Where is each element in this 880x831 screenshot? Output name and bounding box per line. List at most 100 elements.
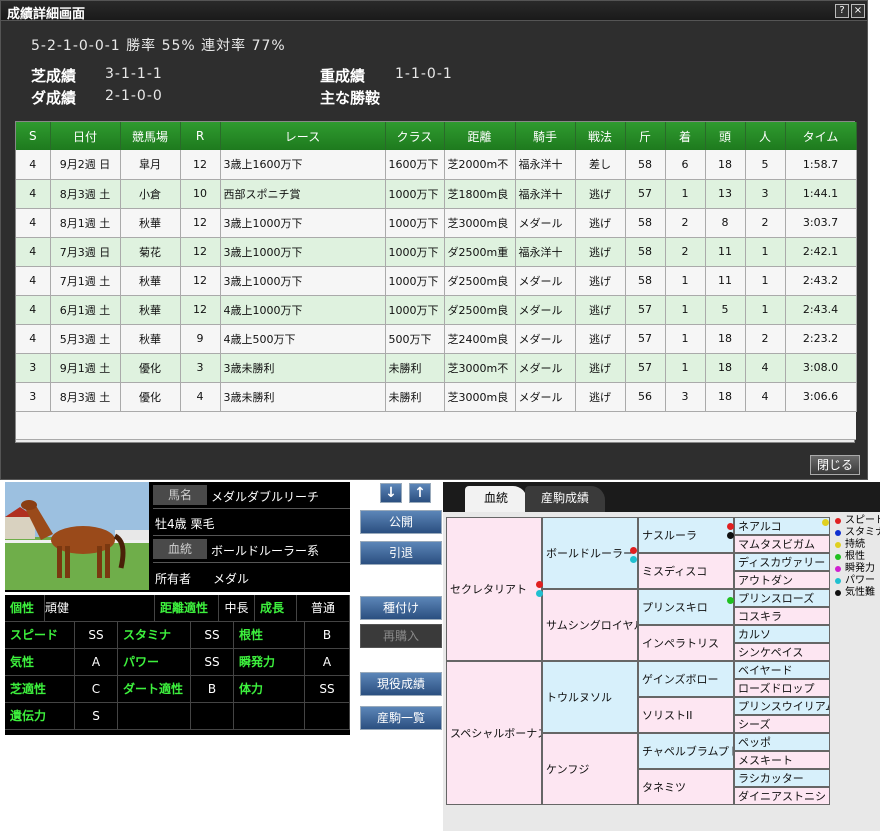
- table-row[interactable]: 4 9月2週 日皐月 12 3歳上1600万下 1600万下 芝2000m不 福永洋十 差し 5…: [16, 150, 857, 180]
- table-cell: 1000万下: [385, 179, 445, 209]
- tab-offspring-record[interactable]: 産駒成績: [525, 486, 605, 512]
- pedigree-g3-ancestor[interactable]: チャペルブラムプト: [638, 733, 734, 769]
- column-header[interactable]: タイム: [785, 122, 857, 150]
- personality-value: 頑健: [45, 595, 155, 622]
- pedigree-g4-ancestor[interactable]: ラシカッター: [734, 769, 830, 787]
- column-header[interactable]: 戦法: [575, 122, 626, 150]
- close-button[interactable]: 閉じる: [810, 455, 860, 475]
- table-cell: 57: [625, 353, 666, 383]
- table-row[interactable]: 4 8月3週 土小倉 10 西部スポニチ賞 1000万下 芝1800m良 福永洋十 逃げ 57 1…: [16, 179, 857, 209]
- table-cell: 3歳上1000万下: [220, 208, 386, 238]
- up-arrow-button[interactable]: ↑: [409, 483, 431, 503]
- column-header[interactable]: 日付: [50, 122, 121, 150]
- pedigree-g3-ancestor[interactable]: ナスルーラ: [638, 517, 734, 553]
- column-header[interactable]: クラス: [385, 122, 445, 150]
- table-row[interactable]: 4 7月3週 日菊花 12 3歳上1000万下 1000万下 ダ2500m重 福永洋十 逃げ 5…: [16, 237, 857, 267]
- retire-button[interactable]: 引退: [360, 541, 442, 565]
- down-arrow-button[interactable]: ↓: [380, 483, 402, 503]
- pedigree-g4-ancestor[interactable]: ペッポ: [734, 733, 830, 751]
- public-button[interactable]: 公開: [360, 510, 442, 534]
- table-row[interactable]: 3 8月3週 土優化 4 3歳未勝利 未勝利 芝3000m良 メダール 逃げ 56 3 18 4 3:0…: [16, 382, 857, 412]
- table-row[interactable]: 4 7月1週 土秋華 12 3歳上1000万下 1000万下 ダ2500m良 メダール 逃げ 5…: [16, 266, 857, 296]
- pedigree-g3-ancestor[interactable]: ソリストII: [638, 697, 734, 733]
- table-cell: 芝3000m不: [444, 353, 516, 383]
- turf-apt-value: C: [75, 676, 118, 703]
- table-row[interactable]: 4 8月1週 土秋華 12 3歳上1000万下 1000万下 芝3000m良 メダール 逃げ 5…: [16, 208, 857, 238]
- legend-dot-icon: [835, 566, 841, 572]
- table-cell: 8月3週 土: [50, 179, 121, 209]
- table-cell: 逃げ: [575, 382, 626, 412]
- table-cell: 9月2週 日: [50, 150, 121, 180]
- table-cell: 7月3週 日: [50, 237, 121, 267]
- repurchase-button[interactable]: 再購入: [360, 624, 442, 648]
- table-cell: 未勝利: [385, 353, 445, 383]
- column-header[interactable]: R: [180, 122, 221, 150]
- table-cell: 2: [665, 208, 706, 238]
- help-button[interactable]: ?: [835, 4, 849, 18]
- pedigree-g3-ancestor[interactable]: ゲインズボロー: [638, 661, 734, 697]
- pedigree-g4-ancestor[interactable]: ローズドロップ: [734, 679, 830, 697]
- pedigree-g2-ancestor[interactable]: サムシングロイヤル: [542, 589, 638, 661]
- pedigree-g2-ancestor[interactable]: ケンフジ: [542, 733, 638, 805]
- column-header[interactable]: 競馬場: [120, 122, 181, 150]
- pedigree-g2-ancestor[interactable]: ボールドルーラー: [542, 517, 638, 589]
- active-record-button[interactable]: 現役成績: [360, 672, 442, 696]
- table-cell: ダ2500m良: [444, 266, 516, 296]
- legend-label: 根性: [845, 551, 865, 562]
- pedigree-g4-ancestor[interactable]: ディスカヴァリー: [734, 553, 830, 571]
- column-header[interactable]: 着: [665, 122, 706, 150]
- pedigree-g4-ancestor[interactable]: アウトダン: [734, 571, 830, 589]
- table-row[interactable]: 4 6月1週 土秋華 12 4歳上1000万下 1000万下 ダ2500m良 メダール 逃げ 5…: [16, 295, 857, 325]
- column-header[interactable]: レース: [220, 122, 386, 150]
- pedigree-g4-ancestor[interactable]: プリンスローズ: [734, 589, 830, 607]
- table-cell: 1:44.1: [785, 179, 857, 209]
- pedigree-g3-ancestor[interactable]: ミスディスコ: [638, 553, 734, 589]
- table-cell: 福永洋十: [515, 150, 576, 180]
- column-header[interactable]: 人: [745, 122, 786, 150]
- pedigree-g4-ancestor[interactable]: ベイヤード: [734, 661, 830, 679]
- dirt-record-label: ダ成績: [31, 89, 77, 107]
- pedigree-sire[interactable]: セクレタリアト: [446, 517, 542, 661]
- table-cell: 3: [180, 353, 221, 383]
- pedigree-g2-ancestor[interactable]: トウルヌソル: [542, 661, 638, 733]
- stud-button[interactable]: 種付け: [360, 596, 442, 620]
- table-row[interactable]: 3 9月1週 土優化 3 3歳未勝利 未勝利 芝3000m不 メダール 逃げ 57 1 18 4 3:0…: [16, 353, 857, 383]
- speed-label: スピード: [5, 622, 75, 649]
- table-cell: 1: [745, 295, 786, 325]
- pedigree-g4-ancestor[interactable]: マムタスビガム: [734, 535, 830, 553]
- table-cell: 芝2000m不: [444, 150, 516, 180]
- table-cell: 18: [705, 324, 746, 354]
- column-header[interactable]: 騎手: [515, 122, 576, 150]
- pedigree-g3-ancestor[interactable]: プリンスキロ: [638, 589, 734, 625]
- table-row[interactable]: 4 5月3週 土秋華 9 4歳上500万下 500万下 芝2400m良 メダール 逃げ 57 1 1…: [16, 324, 857, 354]
- column-header[interactable]: 頭: [705, 122, 746, 150]
- table-cell: 56: [625, 382, 666, 412]
- pedigree-g3-ancestor[interactable]: タネミツ: [638, 769, 734, 805]
- pedigree-g4-ancestor[interactable]: カルソ: [734, 625, 830, 643]
- close-icon[interactable]: ×: [851, 4, 865, 18]
- pedigree-g4-ancestor[interactable]: ネアルコ: [734, 517, 830, 535]
- pedigree-dam[interactable]: スペシャルボーナス: [446, 661, 542, 805]
- pedigree-g4-ancestor[interactable]: プリンスウイリアム: [734, 697, 830, 715]
- pedigree-g3-ancestor[interactable]: インペラトリス: [638, 625, 734, 661]
- table-cell: 58: [625, 237, 666, 267]
- pedigree-g4-ancestor[interactable]: コスキラ: [734, 607, 830, 625]
- offspring-list-button[interactable]: 産駒一覧: [360, 706, 442, 730]
- table-cell: 2:42.1: [785, 237, 857, 267]
- table-cell: 4: [16, 266, 51, 296]
- burst-value: A: [305, 649, 350, 676]
- title-bar: 成績詳細画面 ? ×: [1, 1, 867, 22]
- column-header[interactable]: 距離: [444, 122, 516, 150]
- table-cell: 2:23.2: [785, 324, 857, 354]
- pedigree-g4-ancestor[interactable]: シーズ: [734, 715, 830, 733]
- pedigree-g4-ancestor[interactable]: メスキート: [734, 751, 830, 769]
- pedigree-g4-ancestor[interactable]: シンケペイス: [734, 643, 830, 661]
- health-value: SS: [305, 676, 350, 703]
- table-cell: 芝1800m良: [444, 179, 516, 209]
- table-cell: 3: [16, 382, 51, 412]
- column-header[interactable]: S: [16, 122, 51, 150]
- column-header[interactable]: 斤: [625, 122, 666, 150]
- tab-pedigree[interactable]: 血統: [465, 486, 527, 512]
- pedigree-g4-ancestor[interactable]: ダイニアストニシ: [734, 787, 830, 805]
- factor-dot: [536, 590, 543, 597]
